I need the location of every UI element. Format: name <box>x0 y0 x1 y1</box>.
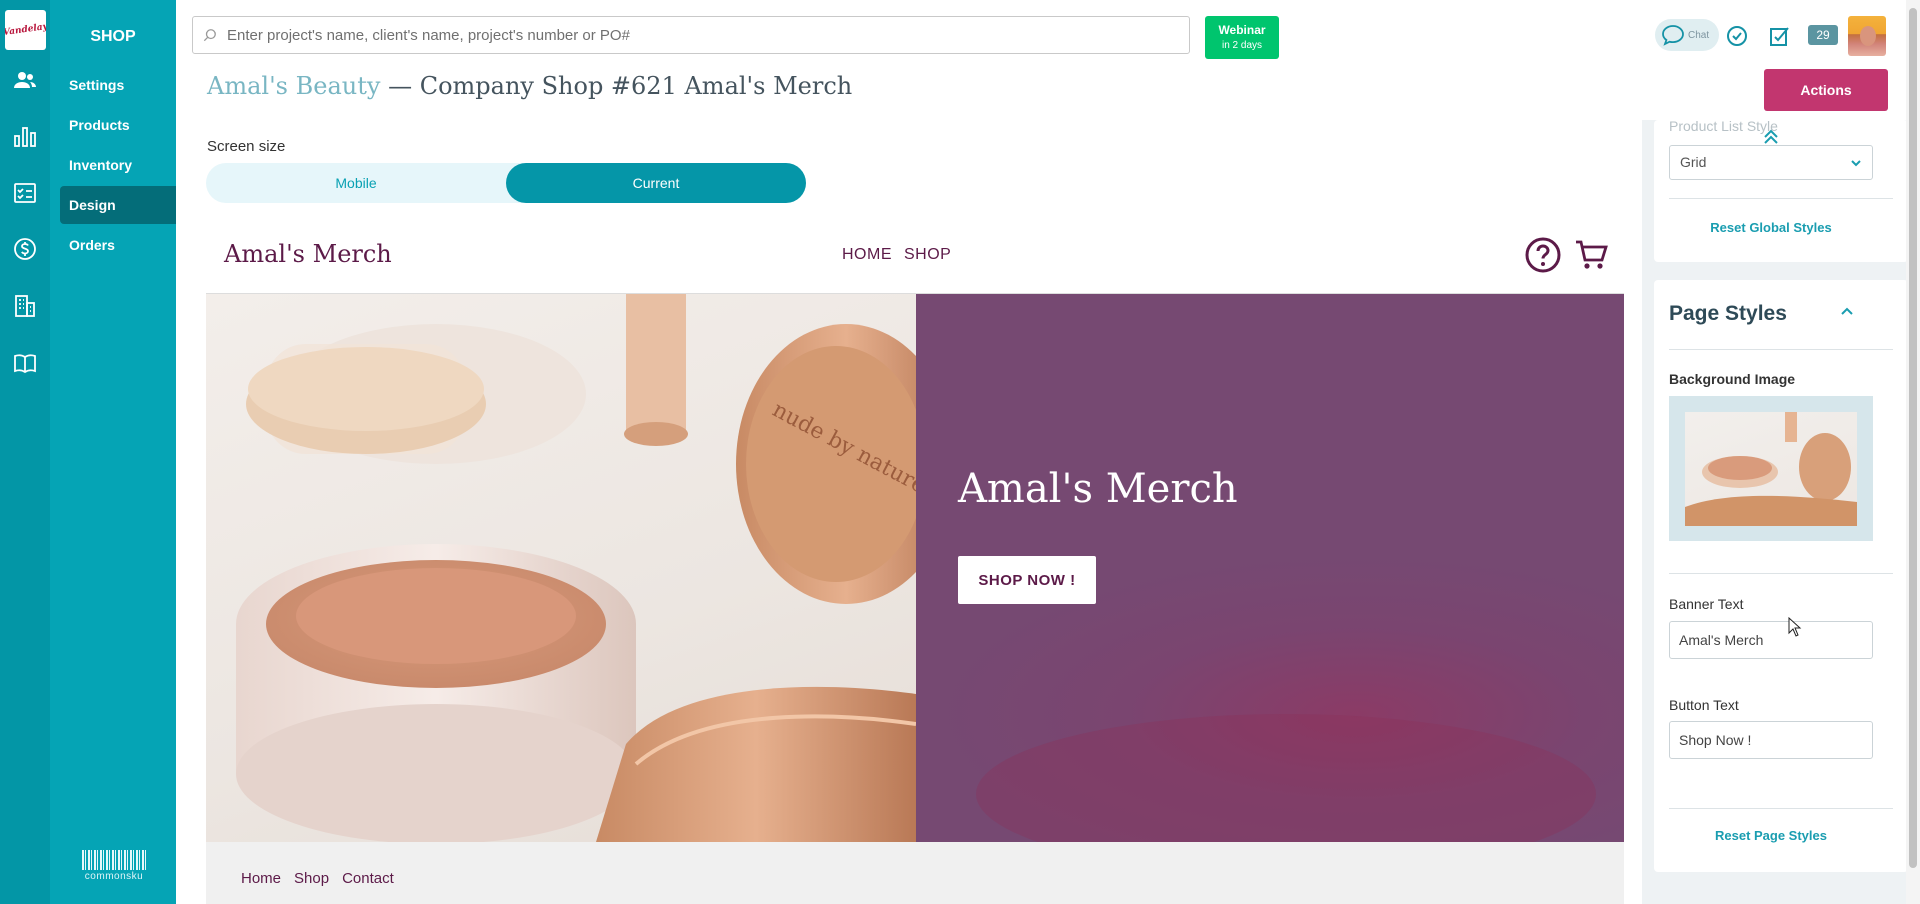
book-icon[interactable] <box>13 351 37 375</box>
background-image-label: Background Image <box>1669 371 1796 387</box>
shop-site-header: Amal's Merch HOME SHOP <box>206 220 1624 294</box>
site-logo[interactable]: Amal's Merch <box>224 240 392 268</box>
brand-text: commonsku <box>84 871 144 882</box>
logo-text: Vandelay <box>5 21 46 39</box>
page-styles-title: Page Styles <box>1669 302 1787 325</box>
icon-rail: Vandelay <box>0 0 50 904</box>
background-image-picker[interactable] <box>1669 396 1873 541</box>
divider <box>1669 573 1893 574</box>
screen-option-mobile[interactable]: Mobile <box>206 163 506 203</box>
webinar-subtitle: in 2 days <box>1221 40 1263 51</box>
building-icon[interactable] <box>13 294 37 318</box>
notification-badge[interactable]: 29 <box>1808 25 1838 45</box>
checklist-icon[interactable] <box>13 181 37 205</box>
barcode-logo <box>82 850 146 870</box>
screen-size-label: Screen size <box>207 138 286 155</box>
search-icon <box>203 29 216 42</box>
site-menu-home[interactable]: HOME <box>842 246 892 263</box>
shop-now-button[interactable]: SHOP NOW ! <box>958 556 1096 604</box>
chevron-down-icon <box>1851 160 1861 167</box>
nav-item-products[interactable]: Products <box>60 106 176 144</box>
footer-link-contact[interactable]: Contact <box>342 870 394 887</box>
site-menu-shop[interactable]: SHOP <box>904 246 951 263</box>
company-logo[interactable]: Vandelay <box>5 10 46 50</box>
title-separator: — <box>380 72 420 100</box>
nav-item-settings[interactable]: Settings <box>60 66 176 104</box>
shop-site-footer: Home Shop Contact <box>206 842 1624 904</box>
divider <box>1669 198 1893 199</box>
actions-button[interactable]: Actions <box>1764 69 1888 111</box>
nav-item-inventory[interactable]: Inventory <box>60 146 176 184</box>
footer-link-shop[interactable]: Shop <box>294 870 329 887</box>
shop-nav-title: SHOP <box>90 28 136 45</box>
clock-check-icon[interactable] <box>1726 25 1748 47</box>
banner-text-input[interactable] <box>1669 621 1873 659</box>
avatar[interactable] <box>1848 16 1886 56</box>
tasks-icon[interactable] <box>1769 25 1791 47</box>
nav-item-orders[interactable]: Orders <box>60 226 176 264</box>
button-text-input[interactable] <box>1669 721 1873 759</box>
page-scrollbar[interactable] <box>1906 0 1920 904</box>
search-input[interactable] <box>227 26 1127 44</box>
chat-label: Chat <box>1688 29 1710 41</box>
page-title: Amal's Beauty — Company Shop #621 Amal's… <box>207 72 852 100</box>
cosmetics-photo-illustration: nude by nature <box>236 294 916 842</box>
product-list-style-value: Grid <box>1680 154 1707 170</box>
global-search[interactable] <box>192 16 1190 54</box>
site-menu: HOME SHOP <box>842 246 963 264</box>
chat-icon <box>1662 25 1684 46</box>
footer-links: Home Shop Contact <box>241 870 407 887</box>
page-styles-card <box>1654 280 1908 872</box>
webinar-title: Webinar <box>1218 23 1266 37</box>
shop-nav: SHOP Settings Products Inventory Design … <box>50 0 176 904</box>
background-image-thumbnail <box>1685 412 1857 526</box>
commonsku-brand: commonsku <box>82 850 146 882</box>
hero-banner: nude by nature Amal's Merch SHOP NOW ! <box>206 294 1624 842</box>
bar-chart-icon[interactable] <box>13 124 37 148</box>
footer-link-home[interactable]: Home <box>241 870 281 887</box>
scrollbar-thumb[interactable] <box>1909 8 1917 868</box>
button-text-label: Button Text <box>1669 697 1739 713</box>
hero-text-panel: Amal's Merch SHOP NOW ! <box>916 294 1624 842</box>
collapse-up-icon[interactable] <box>1762 128 1780 146</box>
help-icon[interactable] <box>1524 236 1562 274</box>
banner-text-label: Banner Text <box>1669 596 1744 612</box>
global-styles-card <box>1654 120 1908 262</box>
chevron-up-icon[interactable] <box>1840 304 1854 318</box>
dollar-icon[interactable] <box>13 237 37 261</box>
divider <box>1669 808 1893 809</box>
cart-icon[interactable] <box>1574 238 1608 272</box>
hero-title: Amal's Merch <box>958 466 1238 512</box>
screen-size-toggle: Mobile Current <box>206 163 806 203</box>
reset-page-styles-link[interactable]: Reset Page Styles <box>1669 828 1873 843</box>
chat-button[interactable]: Chat <box>1655 19 1719 51</box>
nav-item-design[interactable]: Design <box>60 186 176 224</box>
hero-photo: nude by nature <box>206 294 916 842</box>
webinar-button[interactable]: Webinar in 2 days <box>1205 16 1279 59</box>
product-list-style-select[interactable]: Grid <box>1669 145 1873 180</box>
reset-global-styles-link[interactable]: Reset Global Styles <box>1669 220 1873 235</box>
divider <box>1669 349 1893 350</box>
client-link[interactable]: Amal's Beauty <box>207 72 380 100</box>
mouse-cursor-icon <box>1788 617 1802 637</box>
users-icon[interactable] <box>13 68 37 92</box>
shop-title: Company Shop #621 Amal's Merch <box>419 72 853 100</box>
screen-option-current[interactable]: Current <box>506 163 806 203</box>
